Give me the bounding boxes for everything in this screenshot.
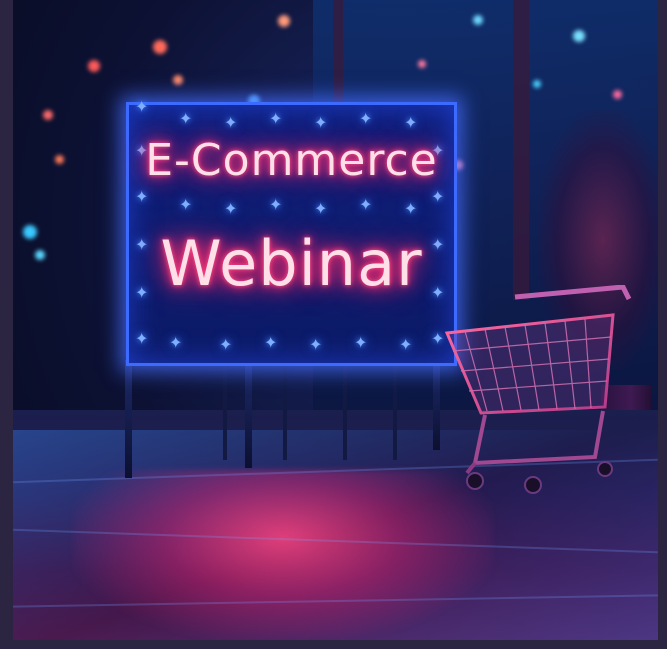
star-light: ✦ bbox=[314, 199, 328, 218]
star-light: ✦ bbox=[269, 109, 283, 128]
star-light: ✦ bbox=[431, 329, 445, 348]
bokeh-light bbox=[278, 15, 290, 27]
star-light: ✦ bbox=[135, 329, 149, 348]
star-light: ✦ bbox=[269, 195, 283, 214]
star-light: ✦ bbox=[264, 333, 278, 352]
bokeh-light bbox=[88, 60, 100, 72]
star-light: ✦ bbox=[359, 195, 373, 214]
image-frame: ✦ ✦ ✦ ✦ ✦ ✦ ✦ ✦ ✦ ✦ ✦ ✦ ✦ ✦ ✦ ✦ ✦ ✦ ✦ ✦ … bbox=[0, 0, 667, 649]
star-light: ✦ bbox=[135, 187, 149, 206]
fence-post bbox=[343, 350, 347, 460]
photo-scene: ✦ ✦ ✦ ✦ ✦ ✦ ✦ ✦ ✦ ✦ ✦ ✦ ✦ ✦ ✦ ✦ ✦ ✦ ✦ ✦ … bbox=[13, 0, 658, 640]
star-light: ✦ bbox=[224, 199, 238, 218]
star-light: ✦ bbox=[135, 97, 149, 116]
star-light: ✦ bbox=[169, 333, 183, 352]
window-frame-bar bbox=[513, 0, 529, 300]
star-light: ✦ bbox=[431, 187, 445, 206]
star-light: ✦ bbox=[219, 335, 233, 354]
sign-text-line-2: Webinar bbox=[160, 227, 423, 300]
bokeh-light bbox=[43, 110, 53, 120]
star-light: ✦ bbox=[404, 113, 418, 132]
sign-text-line-1: E-Commerce bbox=[145, 135, 438, 186]
fence-post bbox=[393, 350, 397, 460]
bokeh-light bbox=[153, 40, 167, 54]
star-light: ✦ bbox=[314, 113, 328, 132]
bokeh-light bbox=[55, 155, 64, 164]
bokeh-light bbox=[573, 30, 585, 42]
bokeh-light bbox=[473, 15, 483, 25]
star-light: ✦ bbox=[399, 335, 413, 354]
bokeh-light bbox=[23, 225, 37, 239]
neon-sign: ✦ ✦ ✦ ✦ ✦ ✦ ✦ ✦ ✦ ✦ ✦ ✦ ✦ ✦ ✦ ✦ ✦ ✦ ✦ ✦ … bbox=[126, 97, 457, 366]
sign-leg bbox=[245, 360, 252, 468]
shopping-cart-icon bbox=[445, 285, 632, 494]
star-light: ✦ bbox=[354, 333, 368, 352]
bokeh-light bbox=[35, 250, 45, 260]
star-light: ✦ bbox=[179, 109, 193, 128]
star-light: ✦ bbox=[309, 335, 323, 354]
bokeh-light bbox=[533, 80, 541, 88]
fence-post bbox=[283, 350, 287, 460]
sign-leg bbox=[433, 360, 440, 450]
star-light: ✦ bbox=[179, 195, 193, 214]
star-light: ✦ bbox=[404, 199, 418, 218]
star-light: ✦ bbox=[224, 113, 238, 132]
sign-leg bbox=[125, 360, 132, 478]
star-light: ✦ bbox=[359, 109, 373, 128]
bokeh-light bbox=[418, 60, 426, 68]
bokeh-light bbox=[173, 75, 183, 85]
fence-post bbox=[223, 350, 227, 460]
bokeh-light bbox=[613, 90, 622, 99]
pink-neon-reflection bbox=[73, 470, 493, 640]
